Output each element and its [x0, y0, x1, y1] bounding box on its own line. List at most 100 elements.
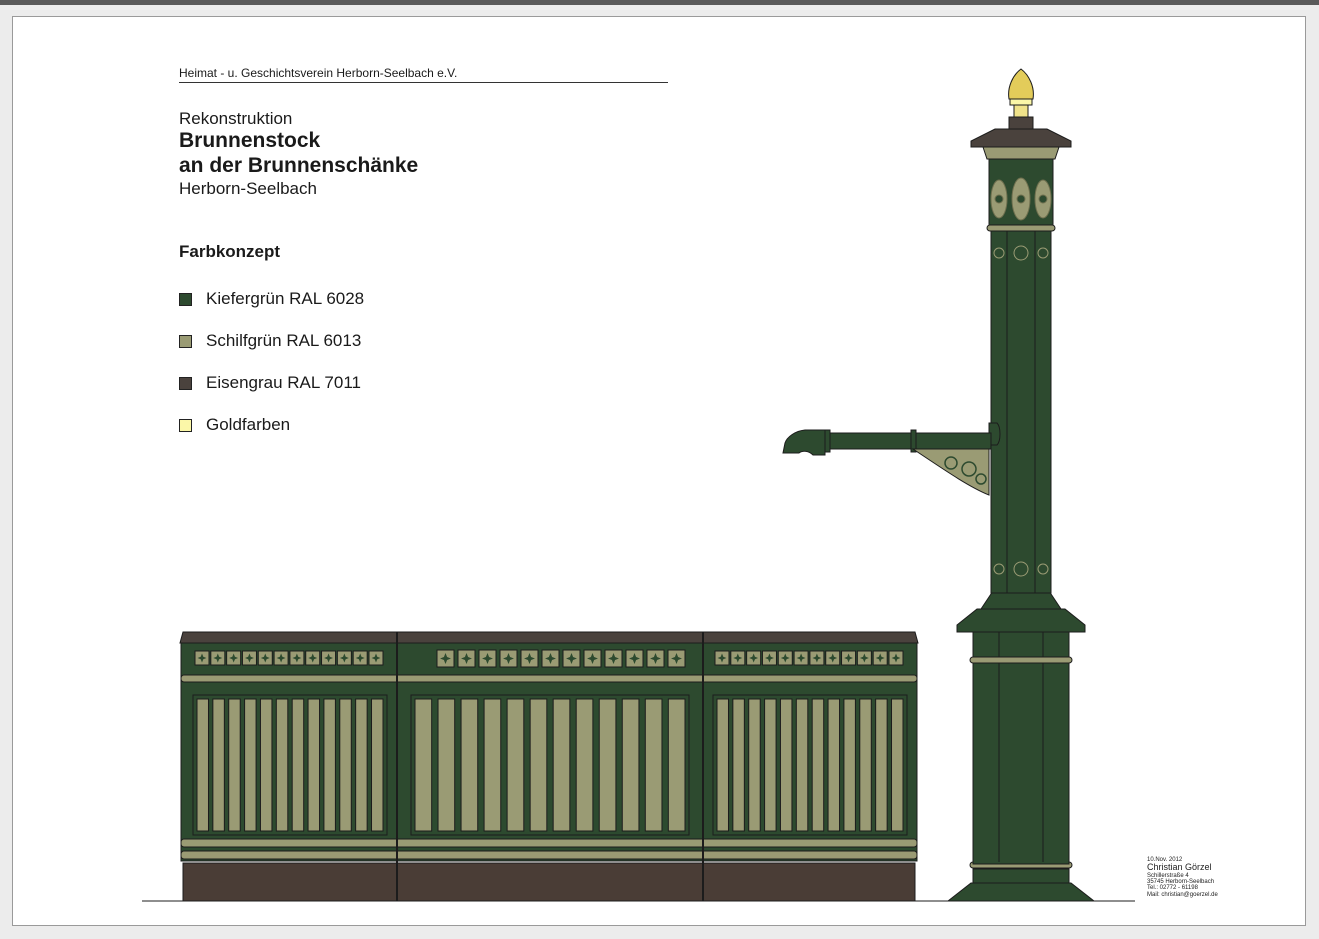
trough-slat — [275, 698, 289, 832]
rosette-tile — [321, 650, 337, 666]
trough-slat — [764, 698, 777, 832]
rosette-tile — [226, 650, 242, 666]
rosette-tile — [562, 649, 581, 668]
trough-slat — [228, 698, 241, 832]
rosette-tile — [305, 650, 321, 666]
trough-slat — [621, 698, 640, 832]
trough-slat — [748, 698, 761, 832]
trough-slat — [414, 698, 433, 832]
credit-name: Christian Görzel — [1147, 862, 1212, 873]
capital-band — [986, 224, 1056, 232]
rosette-tile — [777, 650, 793, 666]
rosette-tile — [368, 650, 384, 666]
rosette-tile — [825, 650, 841, 666]
trough-slat — [843, 698, 856, 832]
column-roof — [970, 128, 1072, 148]
trough-slat — [291, 698, 305, 832]
trough-slat — [460, 698, 479, 832]
trough-slat — [259, 698, 273, 832]
trough-slat — [598, 698, 617, 832]
pump-spout — [782, 422, 1001, 496]
trough-slat — [552, 698, 571, 832]
drawing-sheet: Heimat - u. Geschichtsverein Herborn-See… — [12, 16, 1306, 926]
pedestal-cap — [956, 608, 1086, 633]
author-credit: 10.Nov. 2012 Christian Görzel Schillerst… — [1147, 857, 1218, 898]
spout-collar — [824, 429, 831, 453]
rosette-tile — [194, 650, 210, 666]
rosette-tile — [809, 650, 825, 666]
capital-fringe — [982, 146, 1060, 160]
rosette-tile — [604, 649, 623, 668]
trough-rosettes — [194, 649, 904, 668]
trough-base — [182, 862, 916, 902]
trough-slats — [192, 694, 908, 836]
trough-slat — [667, 698, 686, 832]
trough-top-cap — [179, 631, 919, 644]
finial-cone — [1008, 68, 1034, 100]
finial-neck — [1013, 104, 1029, 118]
rosette-tile — [714, 650, 730, 666]
rosette-tile — [730, 650, 746, 666]
pedestal-band — [969, 656, 1073, 664]
trough-lower-band-1 — [180, 838, 918, 848]
rosette-tile — [761, 650, 777, 666]
rosette-tile — [646, 649, 665, 668]
trough-slat — [323, 698, 336, 832]
rosette-tile — [667, 649, 686, 668]
trough-slat — [859, 698, 872, 832]
trough-slat — [779, 698, 793, 832]
capital-ornaments — [990, 177, 1052, 221]
trough-slat — [371, 698, 384, 832]
trough-slat — [355, 698, 368, 832]
spout-bracket — [911, 448, 990, 496]
window-top-border — [0, 0, 1319, 5]
column-foot-neck — [972, 868, 1070, 884]
rosette-tile — [856, 650, 872, 666]
rosette-tile — [888, 650, 904, 666]
trough-slat — [437, 698, 456, 832]
trough-slat — [891, 698, 904, 832]
rosette-tile — [625, 649, 644, 668]
rosette-tile — [241, 650, 257, 666]
column-foot — [946, 882, 1096, 902]
trough-slat — [811, 698, 825, 832]
trough-slat — [307, 698, 321, 832]
rosette-tile — [499, 649, 518, 668]
fountain-drawing — [142, 68, 1135, 902]
trough-slat — [529, 698, 548, 832]
trough-slat — [506, 698, 525, 832]
spout-head — [782, 429, 826, 456]
trough-slat — [196, 698, 209, 832]
trough-slat — [732, 698, 745, 832]
rosette-tile — [541, 649, 560, 668]
rosette-tile — [520, 649, 539, 668]
rosette-tile — [746, 650, 762, 666]
water-trough — [179, 631, 919, 902]
rosette-tile — [478, 649, 497, 668]
rosette-tile — [210, 650, 226, 666]
trough-slat — [483, 698, 502, 832]
trough-slat — [795, 698, 809, 832]
rosette-tile — [352, 650, 368, 666]
trough-slat — [575, 698, 594, 832]
rosette-tile — [841, 650, 857, 666]
rosette-tile — [457, 649, 476, 668]
rosette-tile — [273, 650, 289, 666]
credit-mail: Mail: christian@goerzel.de — [1147, 891, 1218, 898]
rosette-tile — [793, 650, 809, 666]
trough-slat — [244, 698, 257, 832]
finial-collar — [1009, 98, 1033, 106]
rosette-tile — [583, 649, 602, 668]
finial-base — [1008, 116, 1034, 130]
rosette-tile — [336, 650, 352, 666]
trough-lower-band-2 — [180, 850, 918, 860]
pedestal-cap-upper — [980, 590, 1062, 610]
trough-slat — [827, 698, 841, 832]
trough-slat — [339, 698, 352, 832]
trough-slat — [875, 698, 888, 832]
column-pedestal — [972, 631, 1070, 865]
rosette-tile — [257, 650, 273, 666]
rosette-tile — [436, 649, 455, 668]
rosette-tile — [289, 650, 305, 666]
trough-slat — [716, 698, 729, 832]
